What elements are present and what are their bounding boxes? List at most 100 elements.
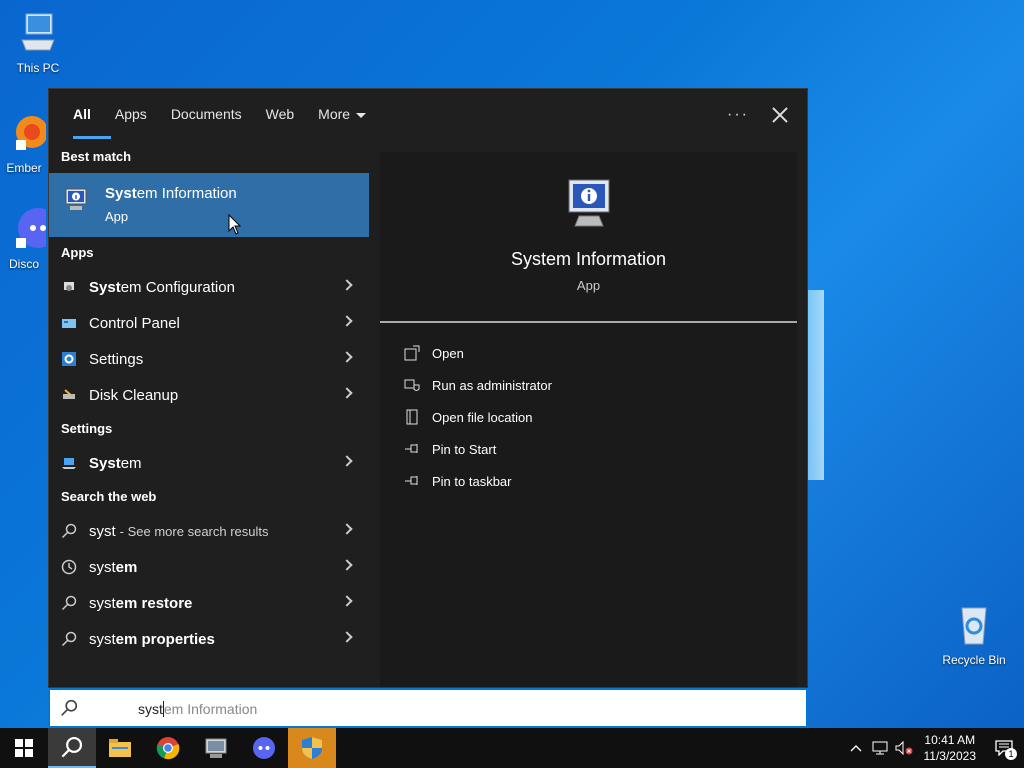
tab-apps[interactable]: Apps [103, 89, 159, 141]
result-settings[interactable]: Settings [49, 341, 371, 377]
desktop-icon-this-pc[interactable]: This PC [0, 10, 76, 75]
desktop-icon-discord[interactable]: Disco [0, 206, 48, 271]
text-caret [162, 701, 164, 717]
preview-title: System Information [510, 249, 667, 269]
result-label: Disk Cleanup [89, 386, 179, 404]
best-match-heading: Best match [61, 149, 132, 164]
search-icon [61, 631, 77, 647]
open-icon [404, 345, 420, 361]
clock-time: 10:41 AM [924, 733, 976, 747]
taskbar-search-button[interactable] [48, 728, 96, 768]
action-pin-to-start[interactable]: Pin to Start [380, 433, 797, 465]
result-label: system restore [89, 594, 193, 612]
search-icon [61, 595, 77, 611]
chevron-right-icon[interactable] [341, 523, 353, 535]
apps-heading: Apps [61, 245, 94, 260]
result-label: Control Panel [89, 314, 180, 332]
chevron-right-icon[interactable] [341, 279, 353, 291]
taskbar: 10:41 AM 11/3/2023 1 [0, 728, 1024, 768]
network-icon[interactable] [868, 728, 892, 768]
desktop-icon-ember[interactable]: Ember [0, 110, 48, 175]
chevron-right-icon[interactable] [341, 455, 353, 467]
laptop-icon [61, 455, 77, 471]
mouse-cursor-icon [228, 214, 242, 235]
system-information-icon [205, 738, 227, 758]
chevron-right-icon[interactable] [341, 315, 353, 327]
search-web-heading: Search the web [61, 489, 157, 504]
result-sublabel: - See more search results [119, 523, 269, 539]
system-configuration-icon [61, 279, 77, 295]
search-tabs: All Apps Documents Web More ··· [49, 89, 807, 141]
results-list: Best match System Information App Apps S… [49, 141, 371, 687]
chevron-right-icon[interactable] [341, 351, 353, 363]
chevron-right-icon[interactable] [341, 595, 353, 607]
result-system-configuration[interactable]: System Configuration [49, 269, 371, 305]
start-button[interactable] [0, 728, 48, 768]
clock-date: 11/3/2023 [923, 749, 977, 763]
tab-more[interactable]: More [306, 89, 378, 141]
file-location-icon [406, 409, 418, 425]
pin-icon [405, 476, 418, 485]
web-result-system-restore[interactable]: system restore [49, 585, 371, 621]
result-label: system properties [89, 630, 215, 648]
taskbar-file-explorer[interactable] [96, 728, 144, 768]
chevron-down-icon [356, 112, 367, 118]
result-label: Settings [89, 350, 144, 368]
history-icon [61, 559, 77, 575]
ember-app-icon [16, 116, 48, 150]
result-control-panel[interactable]: Control Panel [49, 305, 371, 341]
taskbar-chrome[interactable] [144, 728, 192, 768]
search-icon [61, 736, 83, 758]
ellipsis-icon[interactable]: ··· [727, 106, 749, 124]
disk-cleanup-icon [61, 387, 77, 403]
taskbar-system-information[interactable] [192, 728, 240, 768]
discord-icon [16, 208, 48, 248]
close-icon[interactable] [769, 104, 791, 126]
desktop-icon-recycle-bin[interactable]: Recycle Bin [936, 602, 1012, 667]
chevron-up-icon[interactable] [844, 728, 868, 768]
desktop-icon-label: Disco [8, 257, 39, 271]
result-label: System Configuration [89, 278, 235, 296]
taskbar-user-account-control[interactable] [288, 728, 336, 768]
action-open[interactable]: Open [380, 337, 797, 369]
shield-icon [404, 379, 420, 391]
search-box[interactable]: system Information [48, 688, 808, 728]
tab-all[interactable]: All [61, 89, 111, 141]
pin-icon [405, 444, 418, 453]
desktop-icon-label: Ember [6, 161, 42, 175]
web-result-see-more[interactable]: syst - See more search results [49, 513, 371, 549]
chevron-right-icon[interactable] [341, 631, 353, 643]
best-match-system-information[interactable]: System Information App [49, 173, 369, 237]
action-run-as-administrator[interactable]: Run as administrator [380, 369, 797, 401]
action-center-button[interactable]: 1 [984, 728, 1024, 768]
best-match-name: System Information [105, 185, 237, 202]
computer-icon [21, 13, 55, 51]
action-open-file-location[interactable]: Open file location [380, 401, 797, 433]
chrome-icon [156, 737, 180, 760]
chevron-right-icon[interactable] [341, 387, 353, 399]
search-suggestion-text: em Information [163, 701, 258, 717]
result-disk-cleanup[interactable]: Disk Cleanup [49, 377, 371, 413]
control-panel-icon [61, 315, 77, 331]
system-tray: 10:41 AM 11/3/2023 1 [844, 728, 1024, 768]
search-icon [61, 523, 77, 539]
file-explorer-icon [109, 739, 131, 757]
web-result-system-properties[interactable]: system properties [49, 621, 371, 657]
tab-documents[interactable]: Documents [159, 89, 254, 141]
notification-count-badge: 1 [1005, 748, 1017, 760]
tab-web[interactable]: Web [254, 89, 307, 141]
settings-heading: Settings [61, 421, 113, 436]
taskbar-discord[interactable] [240, 728, 288, 768]
chevron-right-icon[interactable] [341, 559, 353, 571]
result-system-settings[interactable]: System [49, 445, 371, 481]
desktop-icon-label: This PC [16, 61, 60, 75]
clock[interactable]: 10:41 AM 11/3/2023 [916, 732, 985, 764]
action-pin-to-taskbar[interactable]: Pin to taskbar [380, 465, 797, 497]
windows-start-icon [15, 739, 33, 757]
best-match-type: App [105, 209, 129, 224]
volume-muted-icon[interactable] [892, 728, 916, 768]
system-information-icon [65, 188, 87, 210]
desktop-icon-label: Recycle Bin [942, 653, 1006, 667]
web-result-system[interactable]: system [49, 549, 371, 585]
search-input[interactable]: system Information [138, 701, 257, 717]
